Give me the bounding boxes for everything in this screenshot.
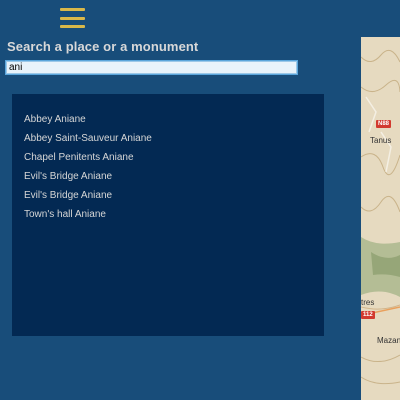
search-title: Search a place or a monument bbox=[7, 39, 199, 54]
result-item-abbey-saint-sauveur-aniane[interactable]: Abbey Saint-Sauveur Aniane bbox=[24, 133, 152, 144]
menu-bar bbox=[60, 25, 85, 28]
result-item-chapel-penitents-aniane[interactable]: Chapel Penitents Aniane bbox=[24, 152, 134, 163]
map-label-tanus: Tanus bbox=[370, 136, 392, 145]
road-badge-n88: N88 bbox=[376, 120, 392, 128]
result-item-abbey-aniane[interactable]: Abbey Aniane bbox=[24, 114, 86, 125]
map-label-mazan: Mazan bbox=[377, 336, 400, 345]
result-item-evils-bridge-aniane[interactable]: Evil's Bridge Aniane bbox=[24, 171, 112, 182]
map-view[interactable]: N88 Tanus tres 112 Mazan bbox=[361, 37, 400, 400]
map-terrain bbox=[361, 37, 400, 400]
map-label-tres: tres bbox=[361, 298, 375, 307]
search-input[interactable] bbox=[5, 60, 298, 75]
search-results-panel: Abbey Aniane Abbey Saint-Sauveur Aniane … bbox=[12, 94, 324, 336]
menu-bar bbox=[60, 8, 85, 11]
hamburger-menu-icon[interactable] bbox=[60, 8, 85, 28]
menu-bar bbox=[60, 16, 85, 20]
road-badge-112: 112 bbox=[361, 311, 375, 319]
result-item-evils-bridge-aniane-2[interactable]: Evil's Bridge Aniane bbox=[24, 190, 112, 201]
result-item-towns-hall-aniane[interactable]: Town's hall Aniane bbox=[24, 209, 106, 220]
